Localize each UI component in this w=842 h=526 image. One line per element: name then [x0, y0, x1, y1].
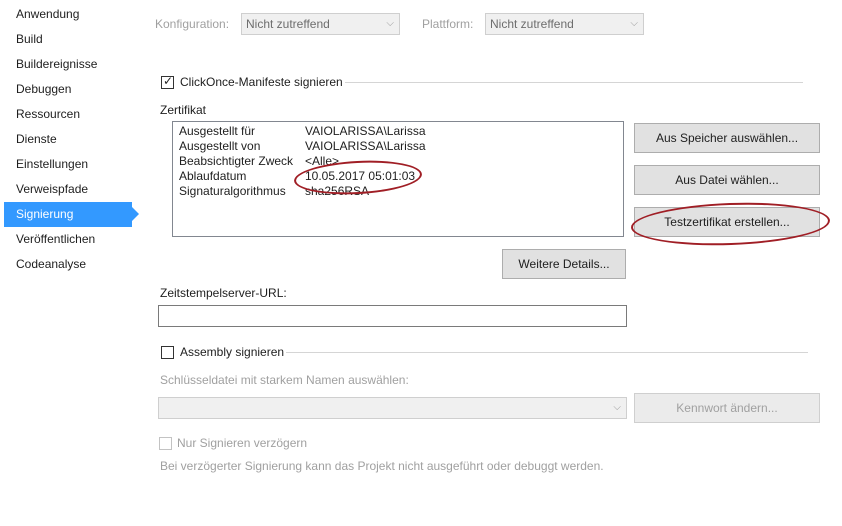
clickonce-sign-label: ClickOnce-Manifeste signieren	[180, 75, 343, 89]
platform-label: Plattform:	[422, 17, 474, 31]
clickonce-sign-checkbox[interactable]: ✓	[161, 74, 174, 89]
timestamp-url-label: Zeitstempelserver-URL:	[160, 286, 287, 300]
delay-sign-note: Bei verzögerter Signierung kann das Proj…	[160, 459, 604, 473]
sidebar-item-signierung[interactable]: Signierung	[4, 202, 139, 227]
keyfile-label: Schlüsseldatei mit starkem Namen auswähl…	[160, 373, 409, 387]
sidebar-item-ressourcen[interactable]: Ressourcen	[4, 102, 132, 127]
sidebar-item-veroeffentlichen[interactable]: Veröffentlichen	[4, 227, 132, 252]
delay-sign-checkbox[interactable]	[159, 437, 172, 450]
certificate-key: Ausgestellt von	[179, 139, 261, 153]
sidebar-item-build[interactable]: Build	[4, 27, 132, 52]
platform-value: Nicht zutreffend	[490, 17, 574, 31]
certificate-value: 10.05.2017 05:01:03	[305, 169, 416, 183]
section-divider	[286, 352, 808, 353]
section-divider	[345, 82, 803, 83]
sidebar-item-codeanalyse[interactable]: Codeanalyse	[4, 252, 132, 277]
certificate-details-box: Ausgestellt für VAIOLARISSA\Larissa Ausg…	[172, 121, 624, 237]
chevron-down-icon: ⌵	[613, 402, 621, 413]
certificate-key: Ablaufdatum	[179, 169, 247, 183]
certificate-value: <Alle>	[305, 154, 340, 168]
delay-sign-label: Nur Signieren verzögern	[177, 436, 308, 450]
select-from-file-button[interactable]: Aus Datei wählen...	[634, 165, 820, 195]
select-from-store-button[interactable]: Aus Speicher auswählen...	[634, 123, 820, 153]
certificate-section-label: Zertifikat	[160, 103, 207, 117]
sidebar-item-dienste[interactable]: Dienste	[4, 127, 132, 152]
certificate-key: Beabsichtigter Zweck	[179, 154, 294, 168]
checkmark-icon: ✓	[163, 74, 174, 88]
certificate-value: VAIOLARISSA\Larissa	[305, 124, 426, 138]
certificate-value: VAIOLARISSA\Larissa	[305, 139, 426, 153]
sidebar: Anwendung Build Buildereignisse Debuggen…	[0, 0, 148, 526]
chevron-down-icon: ⌵	[386, 18, 394, 29]
change-password-button[interactable]: Kennwort ändern...	[634, 393, 820, 423]
platform-select[interactable]: Nicht zutreffend ⌵	[485, 13, 644, 35]
certificate-key: Ausgestellt für	[179, 124, 256, 138]
certificate-key: Signaturalgorithmus	[179, 184, 286, 198]
signing-panel: Konfiguration: Nicht zutreffend ⌵ Plattf…	[148, 0, 842, 526]
assembly-sign-label: Assembly signieren	[180, 345, 285, 359]
sidebar-item-einstellungen[interactable]: Einstellungen	[4, 152, 132, 177]
configuration-select[interactable]: Nicht zutreffend ⌵	[241, 13, 400, 35]
sidebar-item-buildereignisse[interactable]: Buildereignisse	[4, 52, 132, 77]
configuration-value: Nicht zutreffend	[246, 17, 330, 31]
sidebar-item-verweispfade[interactable]: Verweispfade	[4, 177, 132, 202]
more-details-button[interactable]: Weitere Details...	[502, 249, 626, 279]
timestamp-url-input[interactable]	[158, 305, 627, 327]
chevron-down-icon: ⌵	[630, 18, 638, 29]
create-test-certificate-button[interactable]: Testzertifikat erstellen...	[634, 207, 820, 237]
configuration-label: Konfiguration:	[155, 17, 230, 31]
certificate-value: sha256RSA	[305, 184, 370, 198]
sidebar-item-debuggen[interactable]: Debuggen	[4, 77, 132, 102]
sidebar-item-anwendung[interactable]: Anwendung	[4, 2, 132, 27]
keyfile-select[interactable]: ⌵	[158, 397, 627, 419]
assembly-sign-checkbox[interactable]	[161, 346, 174, 359]
